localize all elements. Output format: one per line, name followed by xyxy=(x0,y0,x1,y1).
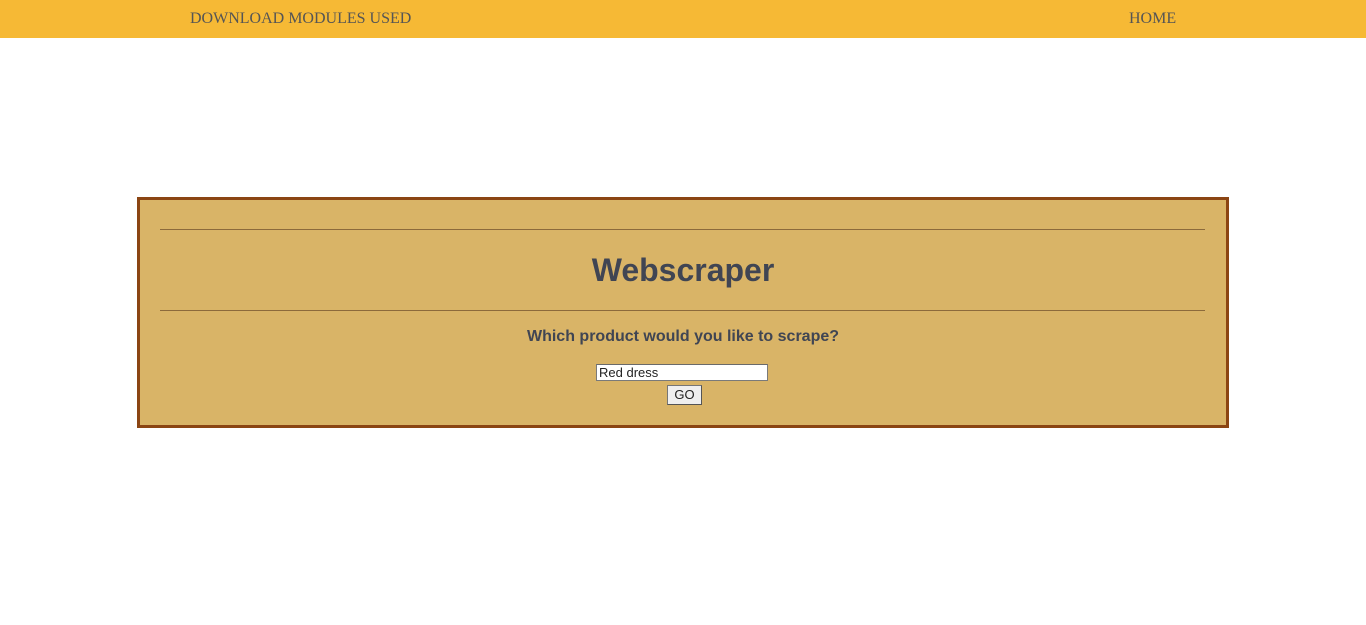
scraper-panel: Webscraper Which product would you like … xyxy=(137,197,1229,428)
product-question-label: Which product would you like to scrape? xyxy=(526,328,840,345)
download-modules-link[interactable]: DOWNLOAD MODULES USED xyxy=(190,10,411,28)
go-button[interactable]: GO xyxy=(667,385,702,405)
product-search-input[interactable] xyxy=(596,364,768,381)
top-navbar: DOWNLOAD MODULES USED HOME xyxy=(0,0,1366,38)
page-title: Webscraper xyxy=(591,252,775,288)
divider-bottom xyxy=(160,310,1205,311)
home-link[interactable]: HOME xyxy=(1129,10,1176,28)
divider-top xyxy=(160,229,1205,230)
